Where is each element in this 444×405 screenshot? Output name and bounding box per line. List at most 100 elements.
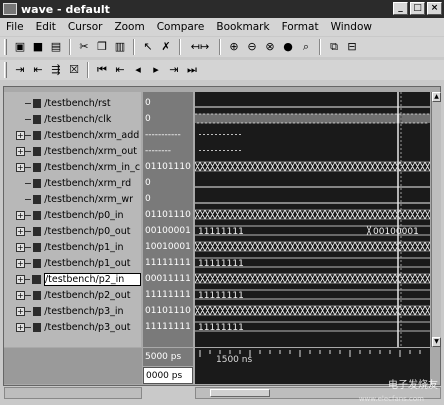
expand-icon[interactable]: + (16, 274, 25, 284)
expand-icon[interactable]: + (16, 210, 25, 220)
name-pane-hscrollbar[interactable] (4, 387, 142, 399)
toolbar-grip-2[interactable] (4, 62, 7, 78)
signal-row[interactable]: + /testbench/xrm_add (4, 127, 141, 143)
edge-find-icon[interactable]: ↤↦ (186, 39, 214, 55)
expand-icon[interactable]: + (16, 226, 25, 236)
prev-icon[interactable]: ◂ (130, 62, 146, 78)
signal-value: 11111111 (145, 258, 191, 268)
signal-value-pane[interactable]: 0 0 ----------- -------- 01101110 0 0 01101110 0… (143, 92, 193, 347)
signal-value-row: 10010001 (143, 239, 193, 255)
save-icon[interactable]: ■ (30, 39, 46, 55)
signal-name[interactable]: /testbench/p1_out (44, 258, 141, 269)
step-over-icon[interactable]: ⇤ (30, 62, 46, 78)
signal-row[interactable]: + /testbench/xrm_out (4, 143, 141, 159)
signal-name[interactable]: /testbench/xrm_rd (44, 178, 141, 189)
zoom-cursor-icon[interactable]: ⌕ (298, 39, 314, 55)
continue-icon[interactable]: ⇶ (48, 62, 64, 78)
signal-row[interactable]: + /testbench/p2_in (4, 271, 141, 287)
zoom-in-icon[interactable]: ⊕ (226, 39, 242, 55)
delete-icon[interactable]: ✗ (158, 39, 174, 55)
signal-value-row: 11111111 (143, 287, 193, 303)
expand-icon[interactable]: + (16, 258, 25, 268)
signal-name[interactable]: /testbench/clk (44, 114, 141, 125)
wave-bus-transitions (195, 241, 430, 252)
zoom-fit-icon[interactable]: ⊗ (262, 39, 278, 55)
cut-icon[interactable]: ✂ (76, 39, 92, 55)
signal-name[interactable]: /testbench/p0_in (44, 210, 141, 221)
vertical-scrollbar[interactable]: ▲ ▼ (431, 92, 441, 347)
expand-icon[interactable]: + (16, 146, 25, 156)
expand-icon[interactable]: + (16, 242, 25, 252)
signal-value-row: 0 (143, 95, 193, 111)
delete-cursor-icon[interactable]: ⊟ (344, 39, 360, 55)
open-folder-icon[interactable]: ▣ (12, 39, 28, 55)
select-pointer-icon[interactable]: ↖ (140, 39, 156, 55)
menu-edit[interactable]: Edit (30, 21, 62, 33)
expand-icon[interactable]: + (16, 306, 25, 316)
menu-bookmark[interactable]: Bookmark (210, 21, 275, 33)
signal-name[interactable]: /testbench/p0_out (44, 226, 141, 237)
hscroll-thumb[interactable] (210, 389, 270, 397)
prev-edge-icon[interactable]: ⇤ (112, 62, 128, 78)
expand-icon[interactable]: + (16, 290, 25, 300)
signal-name-pane[interactable]: /testbench/rst/testbench/clk + /testbench/… (4, 92, 141, 347)
insert-cursor-icon[interactable]: ⧉ (326, 39, 342, 55)
print-icon[interactable]: ▤ (48, 39, 64, 55)
signal-name[interactable]: /testbench/xrm_wr (44, 194, 141, 205)
menu-window[interactable]: Window (325, 21, 378, 33)
first-edge-icon[interactable]: ⏮ (94, 62, 110, 78)
signal-row[interactable]: + /testbench/p3_in (4, 303, 141, 319)
break-icon[interactable]: ☒ (66, 62, 82, 78)
now-time-value: 5000 ps (143, 348, 193, 366)
signal-row[interactable]: + /testbench/xrm_in_c (4, 159, 141, 175)
cursor-time-value[interactable]: 0000 ps (143, 367, 193, 384)
paste-icon[interactable]: ▥ (112, 39, 128, 55)
signal-name[interactable]: /testbench/xrm_add (44, 130, 141, 141)
menu-compare[interactable]: Compare (151, 21, 211, 33)
scroll-up-arrow-icon[interactable]: ▲ (432, 92, 441, 102)
signal-row[interactable]: /testbench/rst (4, 95, 141, 111)
waveform-pane[interactable]: 11111111 00100001 11111111 11111111 11111111 (195, 92, 430, 347)
app-icon (3, 3, 17, 15)
signal-name[interactable]: /testbench/p3_out (44, 322, 141, 333)
menu-cursor[interactable]: Cursor (62, 21, 109, 33)
signal-name[interactable]: /testbench/p1_in (44, 242, 141, 253)
maximize-button[interactable]: □ (410, 2, 425, 15)
signal-name[interactable]: /testbench/p2_in (43, 272, 141, 286)
signal-row[interactable]: /testbench/clk (4, 111, 141, 127)
menu-format[interactable]: Format (276, 21, 325, 33)
toolbar-grip[interactable] (4, 39, 7, 55)
menu-file[interactable]: File (0, 21, 30, 33)
signal-row[interactable]: + /testbench/p1_out (4, 255, 141, 271)
expand-icon[interactable]: + (16, 162, 25, 172)
signal-row[interactable]: + /testbench/p0_out (4, 223, 141, 239)
signal-row[interactable]: /testbench/xrm_rd (4, 175, 141, 191)
signal-row[interactable]: + /testbench/p0_in (4, 207, 141, 223)
signal-value-row: 01101110 (143, 303, 193, 319)
watermark-url: www.elecfans.com (358, 395, 424, 403)
zoom-out-icon[interactable]: ⊖ (244, 39, 260, 55)
next-edge-icon[interactable]: ⇥ (166, 62, 182, 78)
signal-name[interactable]: /testbench/p2_out (44, 290, 141, 301)
signal-value: 0 (145, 194, 151, 204)
minimize-button[interactable]: _ (393, 2, 408, 15)
menu-zoom[interactable]: Zoom (108, 21, 150, 33)
signal-row[interactable]: + /testbench/p1_in (4, 239, 141, 255)
zoom-full-icon[interactable]: ● (280, 39, 296, 55)
next-icon[interactable]: ▸ (148, 62, 164, 78)
expand-icon[interactable]: + (16, 130, 25, 140)
last-edge-icon[interactable]: ⏭ (184, 62, 200, 78)
signal-name[interactable]: /testbench/p3_in (44, 306, 141, 317)
signal-name[interactable]: /testbench/rst (44, 98, 141, 109)
scroll-down-arrow-icon[interactable]: ▼ (432, 337, 441, 347)
step-icon[interactable]: ⇥ (12, 62, 28, 78)
signal-row[interactable]: + /testbench/p3_out (4, 319, 141, 335)
copy-icon[interactable]: ❐ (94, 39, 110, 55)
signal-name[interactable]: /testbench/xrm_out (44, 146, 141, 157)
expand-icon[interactable]: + (16, 322, 25, 332)
signal-name[interactable]: /testbench/xrm_in_c (44, 162, 141, 173)
close-button[interactable]: × (427, 2, 442, 15)
tree-line (24, 102, 31, 104)
signal-row[interactable]: + /testbench/p2_out (4, 287, 141, 303)
signal-row[interactable]: /testbench/xrm_wr (4, 191, 141, 207)
